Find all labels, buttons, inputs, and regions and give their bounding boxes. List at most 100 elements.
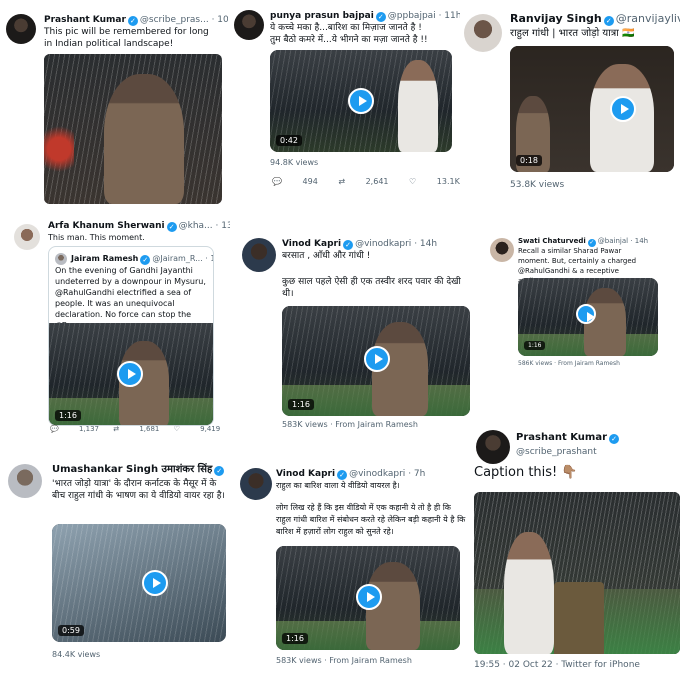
tweet-video[interactable]: 0:42 [270, 50, 452, 152]
author-handle[interactable]: @ppbajpai [388, 11, 436, 21]
reply-count: 494 [302, 177, 318, 186]
reply-count: 1,137 [78, 425, 99, 433]
quote-avatar[interactable] [55, 253, 67, 265]
view-count: 583K views · From Jairam Ramesh [282, 420, 418, 429]
quote-author-name[interactable]: Jairam Ramesh [71, 254, 138, 263]
view-count: 583K views · From Jairam Ramesh [276, 656, 412, 665]
quote-author-handle[interactable]: @Jairam_R... [152, 254, 202, 263]
tweet-header: punya prasun bajpai ✓ @ppbajpai · 11h [270, 10, 460, 22]
tweet-card-umashankar[interactable]: Umashankar Singh उमाशंकर सिंह ✓ 'भारत जोड… [0, 454, 232, 664]
tweet-text: This man. This moment. [48, 233, 145, 242]
speaker-figure [398, 60, 438, 152]
tweet-actions: 💬 494 ⇄ 2,641 ♡ 13.1K ⤴ [272, 176, 460, 187]
play-icon[interactable] [356, 584, 382, 610]
like-icon: ♡ [173, 425, 180, 433]
avatar[interactable] [490, 238, 514, 262]
tweet-card-prashant-2[interactable]: Prashant Kumar ✓ @scribe_prashant Caption… [472, 428, 680, 680]
tweet-video[interactable]: 1:16 [282, 306, 470, 416]
like-button[interactable]: ♡ 13.1K [409, 177, 460, 186]
avatar[interactable] [14, 224, 40, 250]
tweet-text-line2: कुछ साल पहले ऐसी ही एक तस्वीर शरद पवार क… [282, 277, 461, 299]
tweet-time[interactable]: · 11h [439, 11, 460, 21]
tweet-text: राहुल गांधी | भारत जोड़ो यात्रा 🇮🇳 [510, 28, 675, 40]
play-icon[interactable] [364, 346, 390, 372]
author-name[interactable]: Prashant Kumar [516, 432, 607, 443]
video-duration: 1:16 [55, 410, 81, 421]
tweet-time[interactable]: · 10h [212, 15, 228, 25]
verified-badge-icon: ✓ [140, 255, 151, 265]
avatar[interactable] [8, 464, 42, 498]
author-handle[interactable]: @kha... [179, 221, 213, 231]
retweet-count: 1,681 [139, 425, 160, 433]
tweet-video[interactable]: 1:16 [518, 278, 658, 356]
retweet-button[interactable]: ⇄ 2,641 [338, 177, 388, 186]
speaker-figure [504, 532, 554, 654]
view-count: 94.8K views [270, 158, 319, 167]
tweet-timestamp[interactable]: 19:55 · 02 Oct 22 · Twitter for iPhone [474, 660, 640, 670]
tweet-video[interactable]: 0:59 [52, 524, 226, 642]
verified-badge-icon: ✓ [343, 240, 354, 250]
author-name[interactable]: Vinod Kapri [276, 469, 335, 479]
tweet-card-ranvijay[interactable]: Ranvijay Singh✓@ranvijaylive राहुल गांधी… [460, 0, 680, 200]
video-duration: 0:42 [276, 135, 302, 146]
author-handle[interactable]: @scribe_prashant [516, 447, 597, 457]
play-icon[interactable] [348, 88, 374, 114]
tweet-time[interactable]: · 13h [216, 221, 230, 231]
tweet-card-vinod-1[interactable]: Vinod Kapri ✓ @vinodkapri · 14h बरसात , आँ… [236, 232, 476, 440]
tweet-text-line1: राहुल का बारिश वाला ये वीडियो वायरल है। [276, 481, 400, 490]
tweet-header: Vinod Kapri ✓ @vinodkapri · 14h [282, 238, 437, 250]
video-duration: 0:59 [58, 625, 84, 636]
author-handle[interactable]: @vinodkapri [355, 239, 411, 249]
author-name[interactable]: Umashankar Singh उमाशंकर सिंह [52, 464, 212, 475]
tweet-card-vinod-2[interactable]: Vinod Kapri ✓ @vinodkapri · 7h राहुल का बा… [236, 462, 468, 672]
author-handle[interactable]: @bainjal [598, 237, 628, 245]
video-duration: 1:16 [288, 399, 314, 410]
tweet-card-bajpai[interactable]: punya prasun bajpai ✓ @ppbajpai · 11h ये क… [228, 0, 460, 200]
quoted-tweet[interactable]: Jairam Ramesh✓@Jairam_R... · 14h On the … [48, 246, 214, 426]
stage-lights [44, 114, 74, 184]
retweet-button[interactable]: ⇄ 1,681 [113, 425, 159, 433]
tweet-header: Ranvijay Singh✓@ranvijaylive [510, 12, 680, 26]
play-icon[interactable] [117, 361, 143, 387]
avatar[interactable] [242, 238, 276, 272]
author-name[interactable]: Vinod Kapri [282, 239, 341, 249]
tweet-text-line2: तुम बैठो कमरे में...ये भीगने का मज़ा जान… [270, 35, 428, 45]
tweet-time[interactable]: · 14h [630, 237, 648, 245]
tweet-card-prashant-1[interactable]: Prashant Kumar✓@scribe_pras... · 10h Thi… [0, 0, 228, 210]
avatar[interactable] [6, 14, 36, 44]
avatar[interactable] [240, 468, 272, 500]
avatar[interactable] [464, 14, 502, 52]
play-icon[interactable] [142, 570, 168, 596]
tweet-photo[interactable] [44, 54, 222, 204]
author-name[interactable]: Prashant Kumar [44, 15, 126, 25]
tweet-time[interactable]: · 14h [414, 239, 437, 249]
author-handle[interactable]: @ranvijaylive [616, 12, 680, 25]
author-name[interactable]: punya prasun bajpai [270, 11, 374, 21]
avatar[interactable] [234, 10, 264, 40]
reply-icon: 💬 [50, 425, 59, 433]
tweet-header: Arfa Khanum Sherwani✓@kha... · 13h [48, 220, 230, 232]
tweet-photo[interactable] [474, 492, 680, 654]
play-icon[interactable] [610, 96, 636, 122]
author-name[interactable]: Ranvijay Singh [510, 12, 602, 25]
tweet-card-arfa[interactable]: Arfa Khanum Sherwani✓@kha... · 13h This … [0, 214, 230, 440]
view-count: 586K views · From Jairam Ramesh [518, 360, 620, 367]
tweet-video[interactable]: 1:16 [276, 546, 460, 650]
play-icon[interactable] [576, 304, 596, 324]
reply-button[interactable]: 💬 1,137 [50, 425, 99, 433]
reply-button[interactable]: 💬 494 [272, 177, 318, 186]
tweet-video[interactable]: 0:18 [510, 46, 674, 172]
author-handle-row: @scribe_prashant [516, 446, 597, 458]
tweet-time[interactable]: · 7h [408, 469, 425, 479]
quote-time[interactable]: · 14h [205, 254, 213, 263]
tweet-actions: 💬 1,137 ⇄ 1,681 ♡ 9,419 ⤴ [50, 424, 230, 434]
author-handle[interactable]: @scribe_pras... [140, 15, 209, 25]
tweet-text-line1: बरसात , आँधी और गांधी ! [282, 251, 371, 261]
avatar[interactable] [476, 430, 510, 464]
author-name[interactable]: Arfa Khanum Sherwani [48, 221, 165, 231]
author-name[interactable]: Swati Chaturvedi [518, 237, 586, 245]
like-button[interactable]: ♡ 9,419 [174, 425, 221, 433]
author-handle[interactable]: @vinodkapri [349, 469, 405, 479]
tweet-card-swati[interactable]: Swati Chaturvedi ✓ @bainjal · 14h Recall a… [484, 232, 680, 382]
quote-video[interactable]: 1:16 [49, 323, 213, 425]
